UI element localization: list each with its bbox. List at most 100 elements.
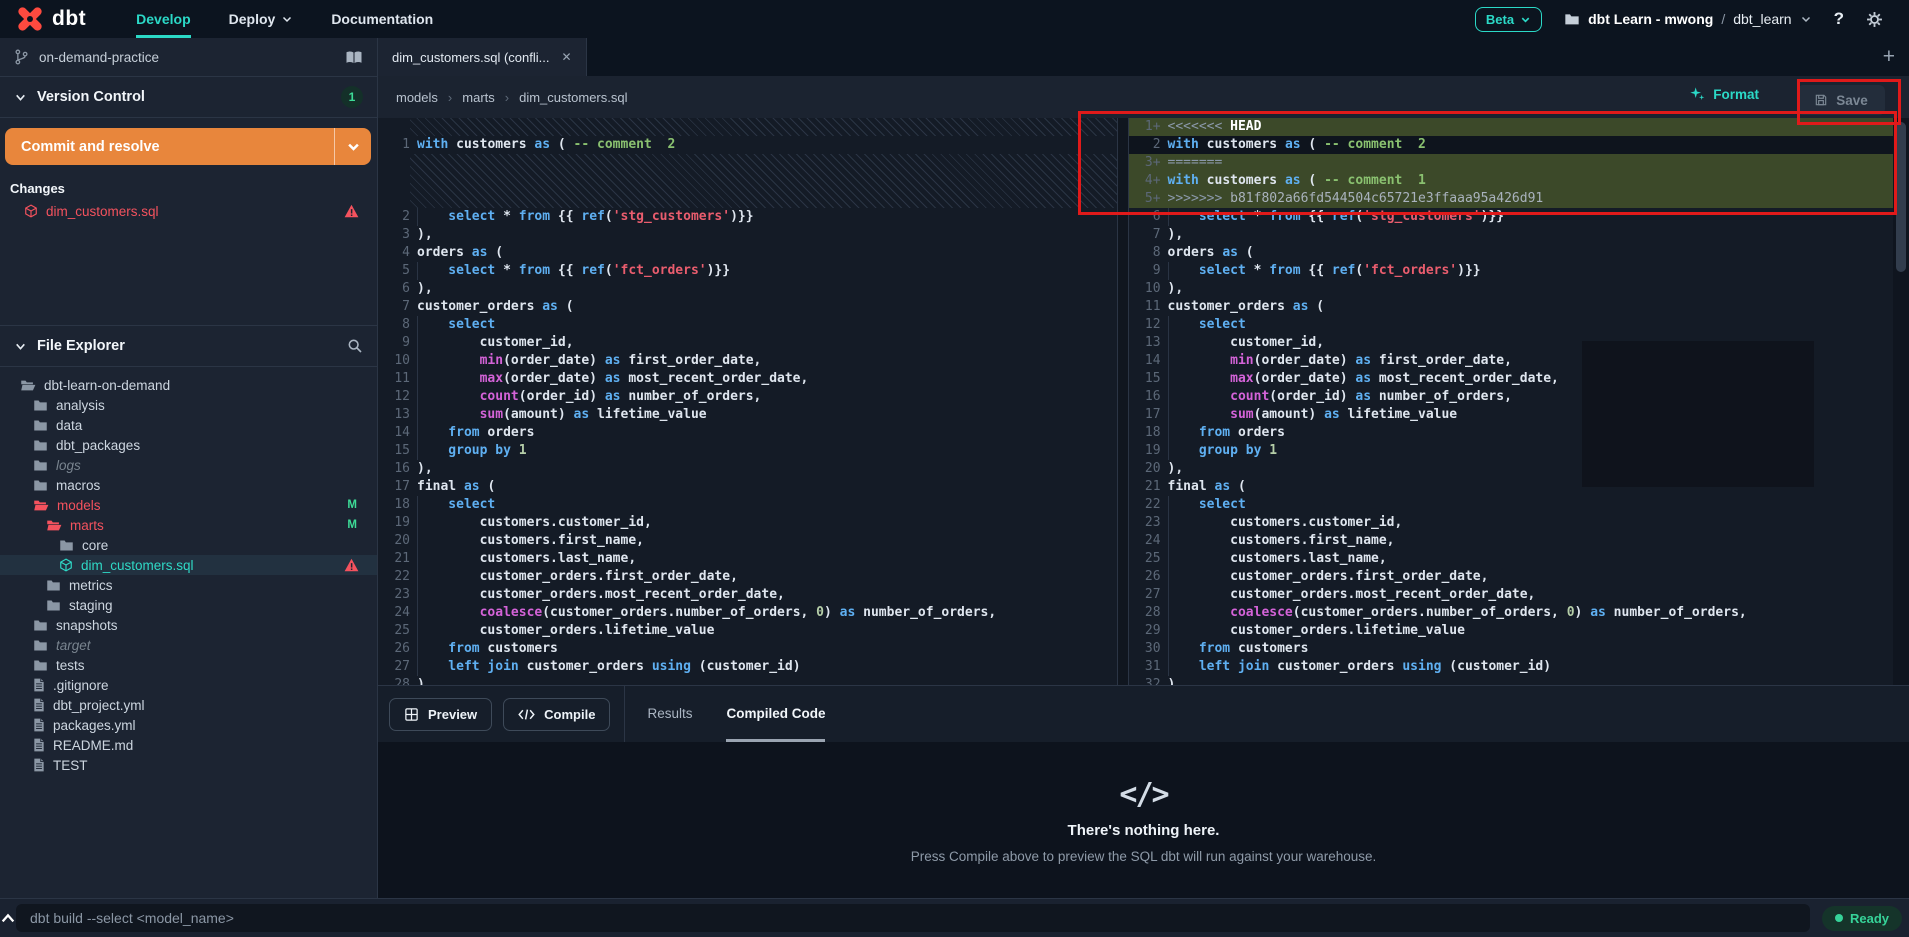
project-selector[interactable]: dbt Learn - mwong / dbt_learn bbox=[1564, 11, 1812, 27]
dbt-logo[interactable]: dbt bbox=[0, 0, 112, 38]
status-badge[interactable]: Ready bbox=[1822, 906, 1902, 931]
line-number: 15 bbox=[378, 442, 417, 460]
file-tree-item[interactable]: README.md bbox=[0, 735, 377, 755]
indent-guide bbox=[417, 496, 448, 514]
file-tree-item[interactable]: snapshots bbox=[0, 615, 377, 635]
expand-panel-button[interactable] bbox=[0, 912, 16, 924]
code-line: 21final as ( bbox=[1129, 478, 1894, 496]
save-button[interactable]: Save bbox=[1797, 85, 1885, 115]
line-number: 13 bbox=[1129, 334, 1168, 352]
line-number: 4+ bbox=[1129, 172, 1168, 190]
file-icon bbox=[33, 698, 45, 712]
indent-guide bbox=[417, 262, 448, 280]
file-tree-item[interactable]: analysis bbox=[0, 395, 377, 415]
tab-results[interactable]: Results bbox=[647, 686, 692, 742]
file-tree-item[interactable]: .gitignore bbox=[0, 675, 377, 695]
nav-deploy[interactable]: Deploy bbox=[229, 0, 294, 38]
editor-pane-left[interactable]: 1with customers as ( -- comment 22select… bbox=[378, 118, 1117, 685]
indent-guide bbox=[417, 442, 448, 460]
file-tree-item[interactable]: dbt-learn-on-demand bbox=[0, 375, 377, 395]
indent-guide bbox=[1168, 424, 1199, 442]
editor-scrollbar[interactable] bbox=[1893, 118, 1909, 685]
code-line: 12count(order_id) as number_of_orders, bbox=[378, 388, 1117, 406]
file-tree-item[interactable]: dbt_packages bbox=[0, 435, 377, 455]
compile-button[interactable]: Compile bbox=[503, 698, 610, 731]
commit-and-resolve-button[interactable]: Commit and resolve bbox=[5, 128, 371, 165]
file-tree-item[interactable]: core bbox=[0, 535, 377, 555]
nav-documentation[interactable]: Documentation bbox=[331, 0, 433, 38]
nav-develop[interactable]: Develop bbox=[136, 0, 190, 38]
gear-icon[interactable] bbox=[1866, 11, 1883, 28]
file-tree-item[interactable]: packages.yml bbox=[0, 715, 377, 735]
scrollbar-thumb[interactable] bbox=[1896, 122, 1906, 272]
search-icon[interactable] bbox=[347, 338, 363, 354]
close-icon[interactable]: ✕ bbox=[562, 50, 572, 64]
nav-deploy-label: Deploy bbox=[229, 11, 276, 27]
file-tree-item-label: dbt-learn-on-demand bbox=[44, 378, 170, 393]
file-tree-item[interactable]: modelsM bbox=[0, 495, 377, 515]
new-tab-button[interactable]: + bbox=[1883, 45, 1895, 69]
file-tree-item[interactable]: macros bbox=[0, 475, 377, 495]
indent-guide bbox=[1168, 316, 1199, 334]
breadcrumb-file[interactable]: dim_customers.sql bbox=[519, 90, 627, 105]
command-placeholder: dbt build --select <model_name> bbox=[30, 910, 234, 926]
chevron-down-icon bbox=[281, 13, 293, 25]
indent-guide bbox=[1168, 496, 1199, 514]
code-icon: </> bbox=[1119, 777, 1167, 812]
chevron-down-icon bbox=[1520, 14, 1531, 25]
line-number: 29 bbox=[1129, 622, 1168, 640]
file-tree-item[interactable]: logs bbox=[0, 455, 377, 475]
empty-state-title: There's nothing here. bbox=[1068, 822, 1220, 839]
file-tree-item-label: marts bbox=[70, 518, 104, 533]
code-line: 18select bbox=[378, 496, 1117, 514]
format-button[interactable]: Format bbox=[1689, 86, 1759, 102]
preview-button[interactable]: Preview bbox=[389, 698, 492, 731]
line-number: 11 bbox=[378, 370, 417, 388]
file-tree-item-label: models bbox=[57, 498, 101, 513]
tab-dim-customers[interactable]: dim_customers.sql (confli... ✕ bbox=[378, 38, 587, 76]
code-line: 1+<<<<<<< HEAD bbox=[1129, 118, 1894, 136]
folder-open-icon bbox=[33, 499, 49, 512]
file-tree-item[interactable]: tests bbox=[0, 655, 377, 675]
pane-divider[interactable] bbox=[1117, 118, 1129, 685]
breadcrumb-marts[interactable]: marts bbox=[462, 90, 495, 105]
floppy-save-icon bbox=[1814, 93, 1828, 107]
file-explorer-header[interactable]: File Explorer bbox=[0, 325, 377, 367]
file-tree-item-label: macros bbox=[56, 478, 100, 493]
changed-file-item[interactable]: dim_customers.sql bbox=[0, 200, 377, 222]
breadcrumb: models › marts › dim_customers.sql bbox=[378, 90, 627, 105]
chevron-down-icon bbox=[14, 91, 27, 104]
file-tree-item[interactable]: dim_customers.sql bbox=[0, 555, 377, 575]
code-line: 24customers.first_name, bbox=[1129, 532, 1894, 550]
code-line: 25customers.last_name, bbox=[1129, 550, 1894, 568]
breadcrumb-models[interactable]: models bbox=[396, 90, 438, 105]
file-tree-item[interactable]: metrics bbox=[0, 575, 377, 595]
tab-compiled-code[interactable]: Compiled Code bbox=[726, 686, 825, 742]
help-icon[interactable]: ? bbox=[1834, 9, 1844, 29]
file-icon bbox=[33, 758, 45, 772]
file-tree-item[interactable]: TEST bbox=[0, 755, 377, 775]
version-control-header[interactable]: Version Control 1 bbox=[0, 77, 377, 118]
file-tree-item[interactable]: data bbox=[0, 415, 377, 435]
book-open-icon[interactable] bbox=[345, 50, 363, 65]
indent-guide bbox=[417, 622, 480, 640]
commit-dropdown-caret[interactable] bbox=[334, 128, 371, 165]
file-tree-item[interactable]: target bbox=[0, 635, 377, 655]
code-line: 19customers.customer_id, bbox=[378, 514, 1117, 532]
code-line: 27customer_orders.most_recent_order_date… bbox=[1129, 586, 1894, 604]
file-tree-item[interactable]: martsM bbox=[0, 515, 377, 535]
file-tree-item-label: analysis bbox=[56, 398, 105, 413]
line-number: 6 bbox=[378, 280, 417, 298]
code-line: 6select * from {{ ref('stg_customers')}} bbox=[1129, 208, 1894, 226]
command-input[interactable]: dbt build --select <model_name> bbox=[16, 904, 1810, 932]
file-tree-item-label: logs bbox=[56, 458, 81, 473]
status-label: Ready bbox=[1850, 911, 1889, 926]
branch-row[interactable]: on-demand-practice bbox=[0, 38, 377, 77]
beta-dropdown[interactable]: Beta bbox=[1475, 7, 1542, 32]
line-number: 22 bbox=[378, 568, 417, 586]
file-tree-item[interactable]: dbt_project.yml bbox=[0, 695, 377, 715]
code-line: 7customer_orders as ( bbox=[378, 298, 1117, 316]
file-tree-item[interactable]: staging bbox=[0, 595, 377, 615]
editor-pane-right-conflict[interactable]: 1+<<<<<<< HEAD2with customers as ( -- co… bbox=[1129, 118, 1894, 685]
line-number: 8 bbox=[378, 316, 417, 334]
